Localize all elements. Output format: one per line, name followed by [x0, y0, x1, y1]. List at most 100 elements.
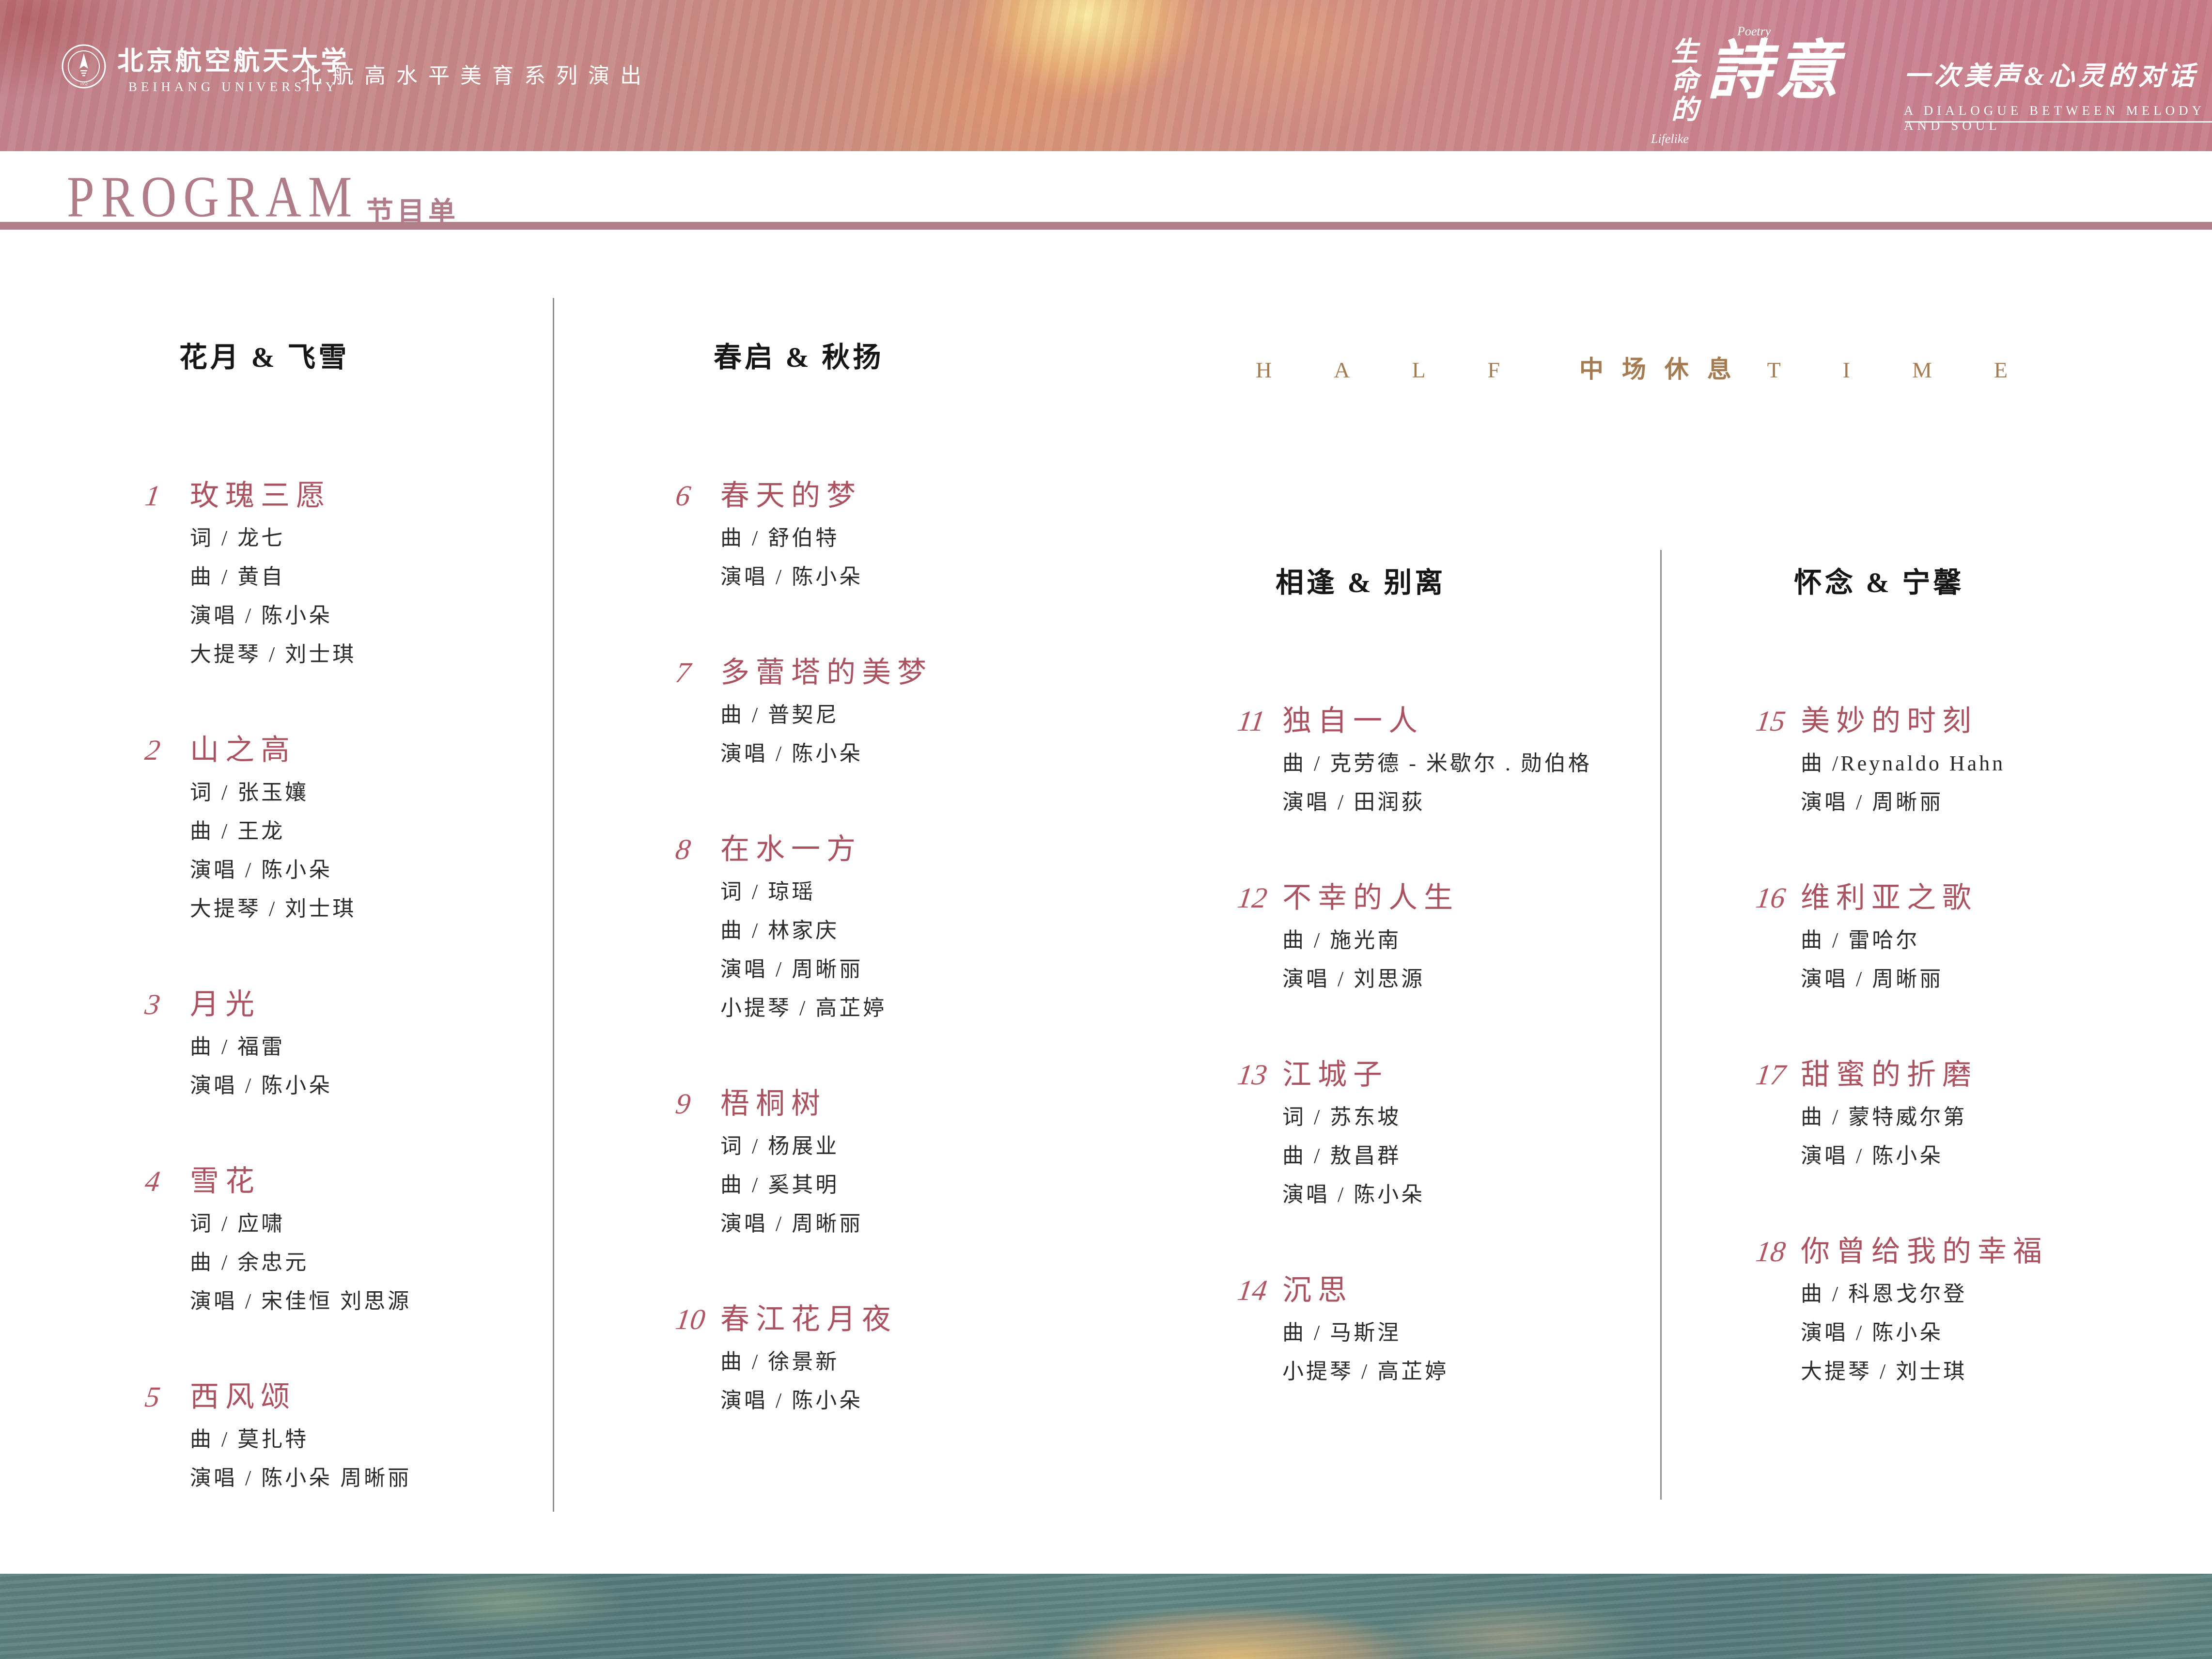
item-title-row: 18你曾给我的幸福 [1756, 1228, 2192, 1270]
item-number: 11 [1235, 704, 1279, 738]
item-title: 春天的梦 [720, 472, 862, 514]
item-title-row: 17甜蜜的折磨 [1756, 1051, 2192, 1093]
item-title: 甜蜜的折磨 [1801, 1051, 1978, 1093]
section-items: 11独自一人曲 / 克劳德 - 米歇尔 . 勋伯格演唱 / 田润荻 12不幸的人生… [1238, 697, 1654, 1391]
item-title: 在水一方 [720, 826, 862, 868]
item-detail: 词 / 琼瑶 [720, 873, 1054, 911]
beihang-logo-icon: 1952 [61, 44, 107, 89]
section-title: 春启 & 秋扬 [714, 334, 1054, 375]
item-detail: 演唱 / 周晰丽 [720, 950, 1054, 989]
show-title-cluster: Poetry 生命的 詩意 Lifelike [1649, 28, 1901, 140]
item-number: 5 [143, 1380, 187, 1414]
item-title: 多蕾塔的美梦 [720, 649, 933, 691]
series-title: 北航高水平美育系列演出 [300, 58, 652, 89]
item-title-row: 7多蕾塔的美梦 [676, 649, 1054, 691]
halftime-en-left: HALF [1256, 357, 1562, 383]
item-detail: 曲 / 莫扎特 [190, 1420, 547, 1459]
item-number: 12 [1235, 881, 1279, 915]
item-number: 17 [1754, 1058, 1797, 1092]
bottom-banner-artwork [0, 1574, 2212, 1659]
section-title: 怀念 & 宁馨 [1794, 560, 2192, 600]
program-item: 18你曾给我的幸福曲 / 科恩戈尔登演唱 / 陈小朵大提琴 / 刘士琪 [1756, 1228, 2192, 1391]
item-detail: 曲 / 蒙特威尔第 [1801, 1098, 2192, 1137]
program-item: 3月光曲 / 福雷演唱 / 陈小朵 [145, 981, 547, 1105]
section-column-3: 相逢 & 别离 11独自一人曲 / 克劳德 - 米歇尔 . 勋伯格演唱 / 田润… [1238, 560, 1654, 1443]
item-title-row: 3月光 [145, 981, 547, 1023]
item-detail: 曲 / 黄自 [190, 558, 547, 596]
item-number: 18 [1754, 1235, 1797, 1268]
item-title-row: 12不幸的人生 [1238, 874, 1654, 916]
logo-year: 1952 [80, 82, 88, 86]
item-title-row: 11独自一人 [1238, 697, 1654, 739]
program-item: 5西风颂曲 / 莫扎特演唱 / 陈小朵 周晰丽 [145, 1373, 547, 1498]
section-items: 15美妙的时刻曲 /Reynaldo Hahn演唱 / 周晰丽16维利亚之歌曲 … [1756, 697, 2192, 1391]
show-title-main: 詩意 [1707, 35, 1843, 108]
show-subtitle-cn: 一次美声&心灵的对话 [1904, 54, 2212, 93]
item-detail: 曲 / 福雷 [190, 1028, 547, 1066]
item-title-row: 16维利亚之歌 [1756, 874, 2192, 916]
subtitle-rule [1905, 121, 2212, 123]
program-item: 13江城子词 / 苏东坡曲 / 敖昌群演唱 / 陈小朵 [1238, 1051, 1654, 1214]
item-title: 不幸的人生 [1282, 874, 1459, 916]
item-detail: 演唱 / 陈小朵 [1282, 1175, 1654, 1214]
item-detail: 曲 / 克劳德 - 米歇尔 . 勋伯格 [1282, 744, 1654, 783]
top-banner-artwork: 1952 北京航空航天大学 BEIHANG UNIVERSITY 北航高水平美育… [0, 0, 2212, 151]
item-number: 4 [143, 1165, 187, 1198]
item-title: 玫瑰三愿 [190, 472, 331, 514]
program-item: 16维利亚之歌曲 / 雷哈尔演唱 / 周晰丽 [1756, 874, 2192, 999]
item-detail: 演唱 / 陈小朵 [190, 596, 547, 635]
program-item: 7多蕾塔的美梦曲 / 普契尼演唱 / 陈小朵 [676, 649, 1054, 773]
item-detail: 演唱 / 田润荻 [1282, 783, 1654, 822]
column-divider-left [553, 298, 554, 1512]
item-detail: 小提琴 / 高芷婷 [1282, 1352, 1654, 1391]
section-items: 1玫瑰三愿词 / 龙七曲 / 黄自演唱 / 陈小朵大提琴 / 刘士琪2山之高词 … [145, 472, 547, 1498]
item-detail: 曲 / 舒伯特 [720, 519, 1054, 558]
item-title: 春江花月夜 [720, 1296, 897, 1338]
item-detail: 曲 / 马斯涅 [1282, 1314, 1654, 1352]
item-number: 15 [1754, 704, 1797, 738]
item-number: 7 [673, 656, 717, 689]
program-item: 17甜蜜的折磨曲 / 蒙特威尔第演唱 / 陈小朵 [1756, 1051, 2192, 1175]
item-detail: 曲 / 普契尼 [720, 696, 1054, 735]
item-title: 沉思 [1282, 1267, 1353, 1309]
item-number: 2 [143, 734, 187, 767]
program-item: 11独自一人曲 / 克劳德 - 米歇尔 . 勋伯格演唱 / 田润荻 [1238, 697, 1654, 822]
item-number: 10 [673, 1303, 717, 1336]
item-title-row: 9梧桐树 [676, 1080, 1054, 1122]
item-detail: 词 / 张玉孃 [190, 773, 547, 812]
item-title-row: 6春天的梦 [676, 472, 1054, 514]
item-title: 你曾给我的幸福 [1801, 1228, 2048, 1270]
item-detail: 曲 / 奚其明 [720, 1166, 1054, 1205]
item-detail: 演唱 / 陈小朵 [190, 851, 547, 890]
item-title-row: 5西风颂 [145, 1373, 547, 1415]
program-item: 10春江花月夜曲 / 徐景新演唱 / 陈小朵 [676, 1296, 1054, 1420]
item-title-row: 8在水一方 [676, 826, 1054, 868]
item-detail: 曲 / 科恩戈尔登 [1801, 1275, 2192, 1314]
program-item: 15美妙的时刻曲 /Reynaldo Hahn演唱 / 周晰丽 [1756, 697, 2192, 822]
item-detail: 大提琴 / 刘士琪 [1801, 1352, 2192, 1391]
item-detail: 曲 / 敖昌群 [1282, 1137, 1654, 1175]
item-detail: 词 / 杨展业 [720, 1127, 1054, 1166]
item-number: 1 [143, 479, 187, 513]
program-page: 1952 北京航空航天大学 BEIHANG UNIVERSITY 北航高水平美育… [0, 0, 2212, 1659]
item-detail: 曲 / 王龙 [190, 812, 547, 851]
show-subtitle-en: A DIALOGUE BETWEEN MELODY AND SOUL [1904, 103, 2212, 133]
section-column-1: 花月 & 飞雪 1玫瑰三愿词 / 龙七曲 / 黄自演唱 / 陈小朵大提琴 / 刘… [145, 334, 547, 1550]
item-number: 9 [673, 1087, 717, 1121]
item-title: 月光 [190, 981, 261, 1023]
item-detail: 演唱 / 周晰丽 [1801, 960, 2192, 999]
item-detail: 曲 / 施光南 [1282, 921, 1654, 960]
item-number: 6 [673, 479, 717, 513]
item-detail: 演唱 / 陈小朵 [720, 558, 1054, 596]
program-item: 9梧桐树词 / 杨展业曲 / 奚其明演唱 / 周晰丽 [676, 1080, 1054, 1243]
item-detail: 演唱 / 宋佳恒 刘思源 [190, 1282, 547, 1321]
item-title-row: 2山之高 [145, 726, 547, 768]
item-title-row: 13江城子 [1238, 1051, 1654, 1093]
item-detail: 大提琴 / 刘士琪 [190, 635, 547, 674]
program-item: 6春天的梦曲 / 舒伯特演唱 / 陈小朵 [676, 472, 1054, 596]
lifelike-label: Lifelike [1651, 132, 1689, 146]
item-title: 江城子 [1282, 1051, 1388, 1093]
item-detail: 曲 / 徐景新 [720, 1343, 1054, 1381]
item-number: 13 [1235, 1058, 1279, 1092]
item-detail: 曲 / 余忠元 [190, 1243, 547, 1282]
